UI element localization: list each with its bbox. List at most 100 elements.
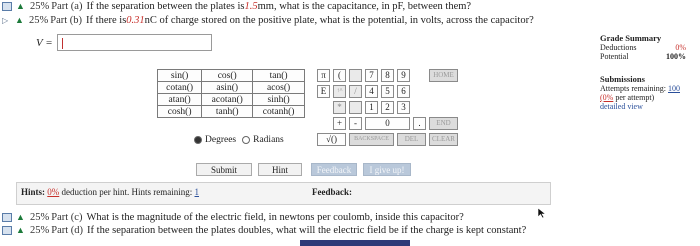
key-0[interactable]: 0 (365, 117, 410, 130)
potential-label: Potential (600, 52, 629, 61)
key-sinh[interactable]: sinh() (252, 93, 305, 106)
key-cotanh[interactable]: cotanh() (252, 105, 305, 118)
key-dot[interactable]: . (413, 117, 426, 130)
key-cos[interactable]: cos() (201, 69, 254, 82)
part-c-label: Part (c) (51, 211, 83, 223)
deductions-label: Deductions (600, 43, 637, 52)
key-7[interactable]: 7 (365, 69, 378, 82)
part-a-label: Part (a) (51, 0, 83, 12)
key-3[interactable]: 3 (397, 101, 410, 114)
potential-row: Potential 100% (600, 52, 686, 61)
key-close-paren[interactable] (349, 69, 362, 82)
mouse-cursor-icon (537, 207, 547, 219)
per-attempt-row: (0% per attempt) (600, 93, 686, 102)
per-attempt-pct: (0% (600, 93, 614, 102)
key-clear[interactable]: CLEAR (429, 133, 458, 146)
key-2[interactable]: 2 (381, 101, 394, 114)
key-slash[interactable]: / (349, 85, 362, 98)
part-b-text-after: nC of charge stored on the positive plat… (144, 14, 534, 26)
checkbox-icon (2, 212, 12, 222)
hints-remaining: 1 (194, 187, 200, 197)
key-home[interactable]: HOME (429, 69, 458, 82)
key-tan[interactable]: tan() (252, 69, 305, 82)
key-backspace[interactable]: BACKSPACE (349, 133, 394, 146)
degrees-label: Degrees (205, 135, 237, 145)
degrees-radio[interactable] (194, 136, 202, 144)
attempts-value: 100 (668, 84, 680, 93)
hints-deduction: 0% (47, 187, 60, 197)
warning-icon: ▲ (15, 15, 24, 25)
part-d-row[interactable]: ▲ 25% Part (d) If the separation between… (0, 224, 526, 236)
part-a-text-after: mm, what is the capacitance, in pF, betw… (257, 0, 472, 12)
key-open-paren[interactable]: ( (333, 69, 346, 82)
part-a-row[interactable]: ▲ 25% Part (a) If the separation between… (0, 0, 471, 12)
part-d-label: Part (d) (51, 224, 84, 236)
checkbox-icon (2, 225, 12, 235)
warning-icon: ▲ (16, 212, 25, 222)
key-pi[interactable]: π (317, 69, 330, 82)
potential-value: 100% (666, 52, 686, 61)
bottom-strip (300, 240, 410, 246)
key-tanh[interactable]: tanh() (201, 105, 254, 118)
key-1[interactable]: 1 (365, 101, 378, 114)
key-plus[interactable]: + (333, 117, 346, 130)
key-atan[interactable]: atan() (156, 93, 203, 106)
function-keypad: sin() cos() tan() cotan() asin() acos() … (156, 69, 305, 118)
key-5[interactable]: 5 (381, 85, 394, 98)
give-up-button[interactable]: I give up! (363, 163, 411, 176)
key-blank[interactable] (349, 101, 362, 114)
key-sqrt[interactable]: √() (317, 133, 346, 146)
key-acos[interactable]: acos() (252, 81, 305, 94)
key-9[interactable]: 9 (397, 69, 410, 82)
part-b-text-before: If there is (86, 14, 127, 26)
hints-description: deduction per hint. Hints remaining: (59, 187, 195, 197)
hint-button[interactable]: Hint (258, 163, 302, 176)
key-caret[interactable]: ↑^ (333, 85, 346, 98)
part-a-value: 1.5 (244, 0, 258, 12)
attempts-label: Attempts remaining: (600, 84, 668, 93)
radians-radio[interactable] (242, 136, 251, 144)
part-d-text: If the separation between the plates dou… (87, 224, 527, 236)
part-b-label: Part (b) (50, 14, 83, 26)
grade-summary: Grade Summary Deductions 0% Potential 10… (600, 33, 686, 112)
key-minus[interactable]: - (349, 117, 362, 130)
text-caret (61, 38, 63, 49)
part-b-value: 0.31 (126, 14, 145, 26)
answer-label: V = (36, 36, 53, 49)
submissions-section: Submissions Attempts remaining: 100 (0% … (600, 75, 686, 112)
submit-button[interactable]: Submit (196, 163, 252, 176)
key-del[interactable]: DEL (397, 133, 426, 146)
warning-icon: ▲ (16, 225, 25, 235)
key-acotan[interactable]: acotan() (201, 93, 254, 106)
radians-label: Radians (253, 135, 284, 145)
key-sin[interactable]: sin() (156, 69, 203, 82)
key-asin[interactable]: asin() (201, 81, 254, 94)
part-a-text-before: If the separation between the plates is (86, 0, 245, 12)
attempts-row: Attempts remaining: 100 (600, 84, 686, 93)
key-end[interactable]: END (429, 117, 458, 130)
deductions-value: 0% (675, 43, 686, 52)
answer-input[interactable] (56, 34, 212, 51)
part-b-row[interactable]: ▷ ▲ 25% Part (b) If there is 0.31 nC of … (0, 14, 534, 26)
warning-icon: ▲ (16, 1, 25, 11)
deductions-row: Deductions 0% (600, 43, 686, 52)
key-4[interactable]: 4 (365, 85, 378, 98)
expand-arrow-icon[interactable]: ▷ (2, 16, 12, 25)
part-c-percent: 25% (30, 211, 50, 223)
key-8[interactable]: 8 (381, 69, 394, 82)
key-cotan[interactable]: cotan() (156, 81, 203, 94)
key-e[interactable]: E (317, 85, 330, 98)
part-c-row[interactable]: ▲ 25% Part (c) What is the magnitude of … (0, 211, 464, 223)
per-attempt-text: per attempt) (613, 93, 655, 102)
key-cosh[interactable]: cosh() (156, 105, 203, 118)
part-c-text: What is the magnitude of the electric fi… (86, 211, 464, 223)
part-b-percent: 25% (29, 14, 49, 26)
part-d-percent: 25% (30, 224, 50, 236)
key-6[interactable]: 6 (397, 85, 410, 98)
part-a-percent: 25% (30, 0, 50, 12)
angle-mode: Degrees Radians (191, 135, 284, 145)
key-star[interactable]: * (333, 101, 346, 114)
grade-summary-title: Grade Summary (600, 33, 662, 43)
detailed-view-link[interactable]: detailed view (600, 102, 686, 111)
feedback-button[interactable]: Feedback (311, 163, 357, 176)
